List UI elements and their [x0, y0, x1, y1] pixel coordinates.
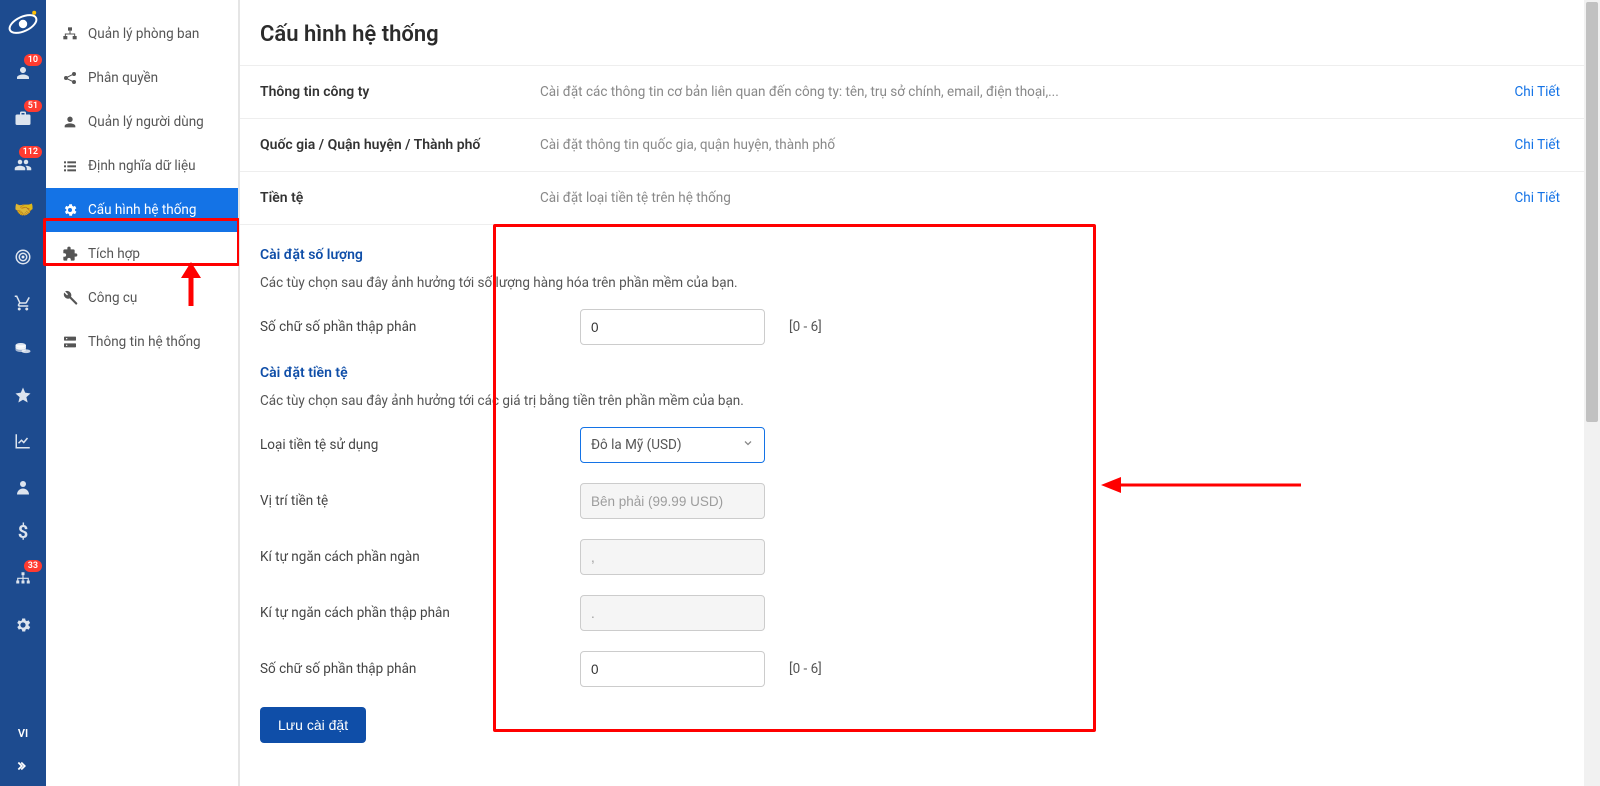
badge: 112	[19, 146, 42, 158]
qty-decimal-input[interactable]	[580, 309, 765, 345]
rail-gear-icon[interactable]	[0, 602, 46, 648]
config-list: Thông tin công ty Cài đặt các thông tin …	[240, 65, 1600, 224]
thousand-sep-input	[580, 539, 765, 575]
config-row-label: Tiền tệ	[260, 190, 540, 206]
config-row-detail-link[interactable]: Chi Tiết	[1514, 190, 1580, 206]
config-row-label: Quốc gia / Quận huyện / Thành phố	[260, 137, 540, 153]
rail-expand-icon[interactable]	[0, 746, 46, 786]
main-content: Cấu hình hệ thống Thông tin công ty Cài …	[239, 0, 1600, 786]
server-icon	[62, 334, 78, 350]
chevron-down-icon	[742, 437, 754, 453]
sidebar-item-system-config[interactable]: Cấu hình hệ thống	[46, 188, 238, 232]
badge: 10	[24, 54, 42, 66]
gears-icon	[62, 202, 78, 218]
config-row-detail-link[interactable]: Chi Tiết	[1514, 137, 1580, 153]
rail-language[interactable]: VI	[0, 721, 46, 746]
field-label: Số chữ số phần thập phân	[260, 661, 580, 677]
sidebar-label: Định nghĩa dữ liệu	[88, 158, 196, 174]
rail-target-icon[interactable]	[0, 234, 46, 280]
rail-user-icon[interactable]: 10	[0, 50, 46, 96]
share-icon	[62, 70, 78, 86]
field-label: Kí tự ngăn cách phần thập phân	[260, 605, 580, 621]
rail-star-icon[interactable]	[0, 372, 46, 418]
rail-group-icon[interactable]: 112	[0, 142, 46, 188]
config-row-desc: Cài đặt các thông tin cơ bản liên quan đ…	[540, 84, 1514, 100]
sidebar-label: Thông tin hệ thống	[88, 334, 201, 350]
section-heading-currency: Cài đặt tiền tệ	[260, 365, 860, 381]
scrollbar-thumb[interactable]	[1586, 2, 1598, 422]
field-label: Vị trí tiền tệ	[260, 493, 580, 509]
rail-handshake-icon[interactable]: 🤝	[0, 188, 46, 234]
rail-briefcase-icon[interactable]: 51	[0, 96, 46, 142]
field-label: Số chữ số phần thập phân	[260, 319, 580, 335]
app-logo	[7, 8, 39, 40]
rail-cart-icon[interactable]	[0, 280, 46, 326]
rail-coins-icon[interactable]	[0, 326, 46, 372]
sidebar-item-system-info[interactable]: Thông tin hệ thống	[46, 320, 238, 364]
sitemap-icon	[62, 26, 78, 42]
field-label: Kí tự ngăn cách phần ngàn	[260, 549, 580, 565]
sidebar: Quản lý phòng ban Phân quyền Quản lý ngư…	[46, 0, 239, 786]
sidebar-label: Phân quyền	[88, 70, 158, 86]
select-value: Đô la Mỹ (USD)	[591, 437, 682, 453]
icon-rail: 10 51 112 🤝 $ 33 VI	[0, 0, 46, 786]
field-range: [0 - 6]	[789, 661, 822, 677]
section-hint: Các tùy chọn sau đây ảnh hưởng tới các g…	[260, 393, 860, 409]
puzzle-icon	[62, 246, 78, 262]
badge: 51	[24, 100, 42, 112]
config-row-location: Quốc gia / Quận huyện / Thành phố Cài đặ…	[240, 118, 1600, 171]
sidebar-item-departments[interactable]: Quản lý phòng ban	[46, 12, 238, 56]
decimal-sep-input	[580, 595, 765, 631]
badge: 33	[24, 560, 42, 572]
sidebar-item-integration[interactable]: Tích hợp	[46, 232, 238, 276]
sidebar-item-permissions[interactable]: Phân quyền	[46, 56, 238, 100]
sidebar-item-users[interactable]: Quản lý người dùng	[46, 100, 238, 144]
scrollbar[interactable]	[1584, 0, 1600, 786]
sidebar-item-tools[interactable]: Công cụ	[46, 276, 238, 320]
sidebar-label: Quản lý phòng ban	[88, 26, 199, 42]
sidebar-label: Cấu hình hệ thống	[88, 202, 196, 218]
field-range: [0 - 6]	[789, 319, 822, 335]
page-title: Cấu hình hệ thống	[240, 0, 1600, 65]
section-hint: Các tùy chọn sau đây ảnh hưởng tới số lư…	[260, 275, 860, 291]
config-row-desc: Cài đặt thông tin quốc gia, quận huyện, …	[540, 137, 1514, 153]
settings-panel: Cài đặt số lượng Các tùy chọn sau đây ản…	[240, 224, 880, 763]
config-row-company: Thông tin công ty Cài đặt các thông tin …	[240, 65, 1600, 118]
currency-type-select[interactable]: Đô la Mỹ (USD)	[580, 427, 765, 463]
sidebar-label: Quản lý người dùng	[88, 114, 204, 130]
rail-person-icon[interactable]	[0, 464, 46, 510]
rail-chart-icon[interactable]	[0, 418, 46, 464]
sidebar-item-data-def[interactable]: Định nghĩa dữ liệu	[46, 144, 238, 188]
list-icon	[62, 158, 78, 174]
config-row-desc: Cài đặt loại tiền tệ trên hệ thống	[540, 190, 1514, 206]
currency-position-input	[580, 483, 765, 519]
config-row-detail-link[interactable]: Chi Tiết	[1514, 84, 1580, 100]
section-heading-qty: Cài đặt số lượng	[260, 247, 860, 263]
rail-org-icon[interactable]: 33	[0, 556, 46, 602]
rail-dollar-icon[interactable]: $	[0, 510, 46, 556]
field-label: Loại tiền tệ sử dụng	[260, 437, 580, 453]
config-row-currency: Tiền tệ Cài đặt loại tiền tệ trên hệ thố…	[240, 171, 1600, 224]
sidebar-label: Công cụ	[88, 290, 137, 306]
save-button[interactable]: Lưu cài đặt	[260, 707, 366, 743]
config-row-label: Thông tin công ty	[260, 84, 540, 100]
sidebar-label: Tích hợp	[88, 246, 140, 262]
wrench-icon	[62, 290, 78, 306]
user-icon	[62, 114, 78, 130]
currency-decimal-input[interactable]	[580, 651, 765, 687]
